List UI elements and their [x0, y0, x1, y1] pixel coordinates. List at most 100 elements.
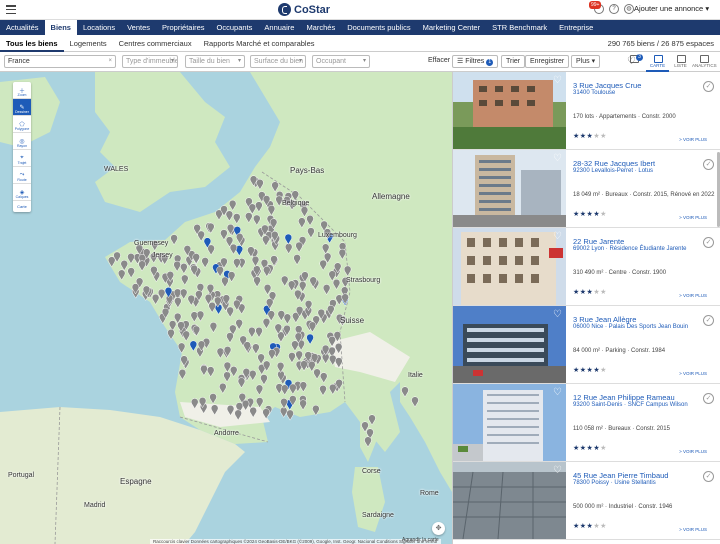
notifications-icon[interactable]: 99+: [589, 1, 604, 14]
menu-icon[interactable]: [6, 5, 16, 14]
nav-item-marketing-center[interactable]: Marketing Center: [417, 20, 487, 35]
layers-button[interactable]: ◈ Calques: [13, 184, 31, 201]
nav-item-march-s[interactable]: Marchés: [300, 20, 341, 35]
clear-button[interactable]: Effacer: [424, 55, 455, 68]
favorite-heart-icon[interactable]: ♡: [553, 310, 563, 320]
listing-photo[interactable]: [453, 462, 566, 539]
listing-card[interactable]: ♡ 12 Rue Jean Philippe Rameau 93200 Saint-…: [453, 384, 720, 462]
favorites-count-badge: 3: [636, 54, 643, 61]
nav-item-biens[interactable]: Biens: [44, 20, 77, 35]
star-rating: ★★★★★: [573, 289, 607, 296]
subnav-logements[interactable]: Logements: [64, 35, 113, 52]
tab-analytics[interactable]: ANALYTICS: [692, 52, 717, 72]
occupant-select[interactable]: Occupant: [312, 55, 370, 68]
subnav-centres-commerciaux[interactable]: Centres commerciaux: [113, 35, 198, 52]
listing-address[interactable]: 12 Rue Jean Philippe Rameau: [573, 393, 675, 402]
nav-item-occupants[interactable]: Occupants: [211, 20, 259, 35]
view-more-link[interactable]: > VOIR PLUS: [679, 215, 707, 220]
map-type-button[interactable]: Carte: [13, 201, 31, 212]
nav-item-documents-publics[interactable]: Documents publics: [341, 20, 416, 35]
listing-card[interactable]: ♡ 28-32 Rue Jacques Ibert 92300 Levallois-…: [453, 150, 720, 228]
map-attribution[interactable]: Raccourcis clavier Données cartographiqu…: [150, 539, 441, 544]
listing-card[interactable]: ♡ 3 Rue Jacques Crue 31400 Toulouse 170 lot…: [453, 72, 720, 150]
polygon-button[interactable]: ⬠ Polygone: [13, 116, 31, 133]
favorite-heart-icon[interactable]: ♡: [553, 466, 563, 476]
select-check-icon[interactable]: ✓: [703, 471, 714, 482]
listing-info: 310 490 m² · Centre · Constr. 1900: [573, 270, 667, 276]
listing-photo[interactable]: [453, 306, 566, 383]
favorites-tab[interactable]: ♡ 3: [622, 52, 646, 72]
help-icon[interactable]: ?: [609, 4, 619, 14]
nav-item-actualit-s[interactable]: Actualités: [0, 20, 45, 35]
listing-card[interactable]: ♡ 45 Rue Jean Pierre Timbaud 78300 Poissy …: [453, 462, 720, 540]
nav-item-annuaire[interactable]: Annuaire: [258, 20, 300, 35]
view-more-link[interactable]: > VOIR PLUS: [679, 137, 707, 142]
label-espagne: Espagne: [120, 477, 152, 486]
property-pin[interactable]: [279, 406, 288, 418]
select-check-icon[interactable]: ✓: [703, 159, 714, 170]
favorite-heart-icon[interactable]: ♡: [553, 76, 563, 86]
route-button[interactable]: ⤳ Route: [13, 167, 31, 184]
filters-label: Filtres: [465, 58, 485, 65]
sort-button[interactable]: Trier: [501, 55, 526, 68]
listing-photo[interactable]: [453, 150, 566, 227]
listing-city: 31400 Toulouse: [573, 90, 616, 96]
nav-item-ventes[interactable]: Ventes: [121, 20, 156, 35]
listing-photo[interactable]: [453, 72, 566, 149]
listing-photo[interactable]: [453, 228, 566, 305]
favorite-heart-icon[interactable]: ♡: [553, 388, 563, 398]
listing-address[interactable]: 45 Rue Jean Pierre Timbaud: [573, 471, 668, 480]
commute-button[interactable]: ⌖ Trajet: [13, 150, 31, 167]
compass-icon[interactable]: ✥: [432, 522, 445, 535]
listing-info: 18 049 m² · Bureaux · Constr. 2015, Réno…: [573, 192, 715, 198]
tab-carte[interactable]: CARTE: [646, 52, 669, 72]
draw-button[interactable]: ✎ Dessiner: [13, 99, 31, 116]
globe-icon[interactable]: ◍: [624, 4, 634, 14]
map-view[interactable]: Pays-Bas Allemagne Belgique Luxembourg S…: [0, 72, 452, 544]
nav-item-locations[interactable]: Locations: [77, 20, 121, 35]
listing-photo[interactable]: [453, 384, 566, 461]
add-listing-button[interactable]: Ajouter une annonce ▾: [634, 4, 709, 13]
more-button[interactable]: Plus ▾: [571, 55, 601, 68]
expand-map-link[interactable]: Agrandir la carte: [402, 537, 439, 543]
listing-card[interactable]: ♡ 22 Rue Jarente 69002 Lyon · Résidence Ét…: [453, 228, 720, 306]
zoom-in-button[interactable]: ＋ Zoom: [13, 82, 31, 99]
label-sardaigne: Sardaigne: [362, 512, 394, 519]
listing-address[interactable]: 3 Rue Jean Allègre: [573, 315, 636, 324]
listing-card[interactable]: ♡ 3 Rue Jean Allègre 06000 Nice · Palais D…: [453, 306, 720, 384]
label-wales: WALES: [104, 166, 129, 173]
view-more-link[interactable]: > VOIR PLUS: [679, 527, 707, 532]
nav-item-entreprise[interactable]: Entreprise: [553, 20, 599, 35]
listing-address[interactable]: 22 Rue Jarente: [573, 237, 624, 246]
view-more-link[interactable]: > VOIR PLUS: [679, 371, 707, 376]
tab-liste[interactable]: LISTE: [669, 52, 692, 72]
select-check-icon[interactable]: ✓: [703, 81, 714, 92]
view-more-link[interactable]: > VOIR PLUS: [679, 293, 707, 298]
favorite-heart-icon[interactable]: ♡: [553, 232, 563, 242]
subnav-tous-les-biens[interactable]: Tous les biens: [0, 35, 64, 52]
location-input[interactable]: France: [4, 55, 116, 68]
size-select[interactable]: Taille du bien: [185, 55, 245, 68]
listing-address[interactable]: 28-32 Rue Jacques Ibert: [573, 159, 655, 168]
nav-item-propri-taires[interactable]: Propriétaires: [156, 20, 211, 35]
star-rating: ★★★★★: [573, 211, 607, 218]
property-pin[interactable]: [286, 409, 294, 421]
view-more-link[interactable]: > VOIR PLUS: [679, 449, 707, 454]
nav-item-str-benchmark[interactable]: STR Benchmark: [486, 20, 553, 35]
save-button[interactable]: Enregistrer: [525, 55, 570, 68]
favorite-heart-icon[interactable]: ♡: [553, 154, 563, 164]
property-type-select[interactable]: Type d'immeuble: [122, 55, 178, 68]
select-check-icon[interactable]: ✓: [703, 315, 714, 326]
listing-address[interactable]: 3 Rue Jacques Crue: [573, 81, 641, 90]
main-nav: Actualités Biens Locations Ventes Propriétai…: [0, 20, 720, 35]
costar-logo-mark: [278, 3, 291, 16]
costar-logo[interactable]: CoStar: [278, 3, 330, 16]
label-guernesey: Guernesey: [134, 240, 169, 247]
filters-button[interactable]: ☰ Filtres 1: [452, 55, 499, 68]
select-check-icon[interactable]: ✓: [703, 393, 714, 404]
surface-select[interactable]: Surface du bien: [250, 55, 306, 68]
radius-button[interactable]: ◎ Rayon: [13, 133, 31, 150]
subnav-rapports[interactable]: Rapports Marché et comparables: [198, 35, 321, 52]
select-check-icon[interactable]: ✓: [703, 237, 714, 248]
label-madrid: Madrid: [84, 502, 106, 509]
